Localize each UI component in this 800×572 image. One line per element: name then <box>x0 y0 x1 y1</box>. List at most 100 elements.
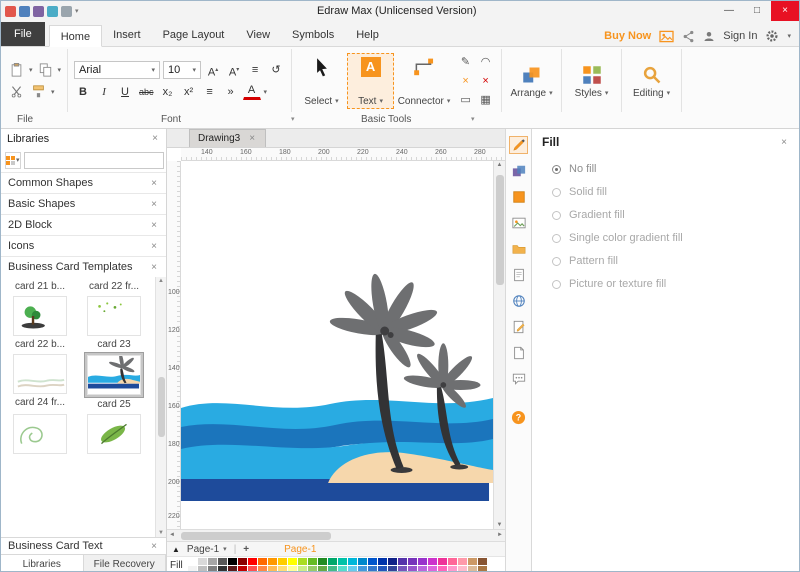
palette-swatch[interactable] <box>407 565 417 571</box>
sidebar-item-basic-shapes[interactable]: Basic Shapes × <box>1 193 166 214</box>
fill-option[interactable]: Picture or texture fill <box>552 278 799 290</box>
fill-panel-close-icon[interactable]: × <box>779 137 789 148</box>
hyperlink-globe-icon[interactable] <box>509 292 528 310</box>
palette-swatch[interactable] <box>427 565 437 571</box>
palette-swatch[interactable] <box>267 565 277 571</box>
palette-swatch[interactable] <box>317 565 327 571</box>
scroll-left-icon[interactable]: ◄ <box>169 532 175 538</box>
format-painter-button[interactable] <box>29 83 48 101</box>
connector-tool-button[interactable]: Connector ▾ <box>396 53 452 109</box>
close-icon[interactable]: × <box>149 241 159 252</box>
document-icon[interactable] <box>509 344 528 362</box>
palette-swatch[interactable] <box>267 557 277 565</box>
palette-swatch[interactable] <box>297 565 307 571</box>
sidebar-item-business-card-templates[interactable]: Business Card Templates × <box>1 256 166 277</box>
palette-swatch[interactable] <box>477 565 487 571</box>
save-icon[interactable] <box>19 5 30 17</box>
print-icon[interactable] <box>61 5 72 17</box>
fill-option[interactable]: No fill <box>552 163 799 175</box>
sidebar-item-common-shapes[interactable]: Common Shapes × <box>1 172 166 193</box>
font-dialog-launcher-icon[interactable]: ▾ <box>291 115 295 123</box>
palette-swatch[interactable] <box>277 565 287 571</box>
palette-swatch[interactable] <box>307 557 317 565</box>
tab-view[interactable]: View <box>235 24 281 46</box>
superscript-button[interactable]: x² <box>180 83 198 101</box>
grow-font-button[interactable]: A▴ <box>204 61 222 79</box>
palette-swatch[interactable] <box>407 557 417 565</box>
template-card[interactable]: card 22 fr... <box>77 280 151 292</box>
arc-tool-icon[interactable]: ◠ <box>476 53 495 71</box>
rotate-text-button[interactable]: ↺ <box>267 61 285 79</box>
library-search-input[interactable] <box>23 151 164 169</box>
palette-swatch[interactable] <box>437 565 447 571</box>
color-swatch-icon[interactable] <box>509 188 528 206</box>
template-card[interactable] <box>3 412 77 456</box>
tab-libraries[interactable]: Libraries <box>1 555 84 571</box>
styles-button[interactable]: Styles ▾ <box>568 61 615 101</box>
app-logo-icon[interactable] <box>5 5 16 17</box>
share-icon[interactable] <box>682 30 695 43</box>
scroll-up-icon[interactable]: ▲ <box>494 162 505 168</box>
palette-swatch[interactable] <box>247 557 257 565</box>
pen-tool-icon[interactable]: ✎ <box>456 53 475 71</box>
font-color-button[interactable]: A <box>242 83 261 100</box>
palette-swatch[interactable] <box>227 557 237 565</box>
arrange-button[interactable]: Arrange ▾ <box>508 61 555 101</box>
palette-swatch[interactable] <box>457 557 467 565</box>
palette-swatch[interactable] <box>397 565 407 571</box>
picture-icon[interactable] <box>509 214 528 232</box>
paste-button[interactable] <box>7 61 26 79</box>
sidebar-item-icons[interactable]: Icons × <box>1 235 166 256</box>
select-tool-button[interactable]: Select ▾ <box>298 53 345 109</box>
format-painter-dropdown-icon[interactable]: ▾ <box>51 88 55 96</box>
palette-swatch[interactable] <box>477 557 487 565</box>
sidebar-scrollbar[interactable]: ▲ ▼ <box>155 277 166 537</box>
palette-swatch[interactable] <box>397 557 407 565</box>
palette-swatch[interactable] <box>437 557 447 565</box>
vertical-scrollbar[interactable]: ▲ ▼ <box>493 161 505 529</box>
library-menu-button[interactable]: ▾ <box>5 151 21 169</box>
italic-button[interactable]: I <box>95 83 113 101</box>
delete-tool-icon[interactable]: × <box>476 72 495 90</box>
scroll-right-icon[interactable]: ► <box>497 532 503 538</box>
buy-now-link[interactable]: Buy Now <box>604 30 651 42</box>
fill-option[interactable]: Gradient fill <box>552 209 799 221</box>
palette-swatch[interactable] <box>447 565 457 571</box>
close-icon[interactable]: × <box>149 262 159 273</box>
palette-swatch[interactable] <box>417 565 427 571</box>
file-menu-button[interactable]: File <box>1 22 45 46</box>
palette-swatch[interactable] <box>217 557 227 565</box>
palette-swatch[interactable] <box>327 557 337 565</box>
strikethrough-button[interactable]: abc <box>137 83 156 101</box>
drawing-canvas[interactable] <box>181 161 493 529</box>
vertical-scrollbar-thumb[interactable] <box>496 175 504 285</box>
palette-swatch[interactable] <box>187 557 197 565</box>
minimize-button[interactable]: — <box>715 1 743 21</box>
palette-swatch[interactable] <box>467 565 477 571</box>
palette-swatch[interactable] <box>427 557 437 565</box>
redo-icon[interactable] <box>47 5 58 17</box>
palette-swatch[interactable] <box>387 557 397 565</box>
palette-swatch[interactable] <box>217 565 227 571</box>
align-button[interactable]: ≡ <box>246 61 264 79</box>
palette-swatch[interactable] <box>347 565 357 571</box>
comment-icon[interactable] <box>509 370 528 388</box>
basic-tools-dialog-launcher-icon[interactable]: ▾ <box>471 115 475 123</box>
palette-swatch[interactable] <box>317 557 327 565</box>
tab-help[interactable]: Help <box>345 24 390 46</box>
palette-swatch[interactable] <box>327 565 337 571</box>
collapse-pagebar-icon[interactable]: ▲ <box>172 545 180 554</box>
palette-swatch[interactable] <box>377 565 387 571</box>
tab-home[interactable]: Home <box>48 25 103 47</box>
palette-swatch[interactable] <box>337 565 347 571</box>
palette-swatch[interactable] <box>457 565 467 571</box>
paste-dropdown-icon[interactable]: ▾ <box>29 66 33 74</box>
palette-swatch[interactable] <box>237 565 247 571</box>
palette-swatch[interactable] <box>257 557 267 565</box>
palette-swatch[interactable] <box>297 557 307 565</box>
palette-swatch[interactable] <box>447 557 457 565</box>
palette-swatch[interactable] <box>207 565 217 571</box>
add-page-button[interactable]: + <box>243 544 249 555</box>
font-color-dropdown-icon[interactable]: ▾ <box>264 88 268 96</box>
palette-swatch[interactable] <box>257 565 267 571</box>
